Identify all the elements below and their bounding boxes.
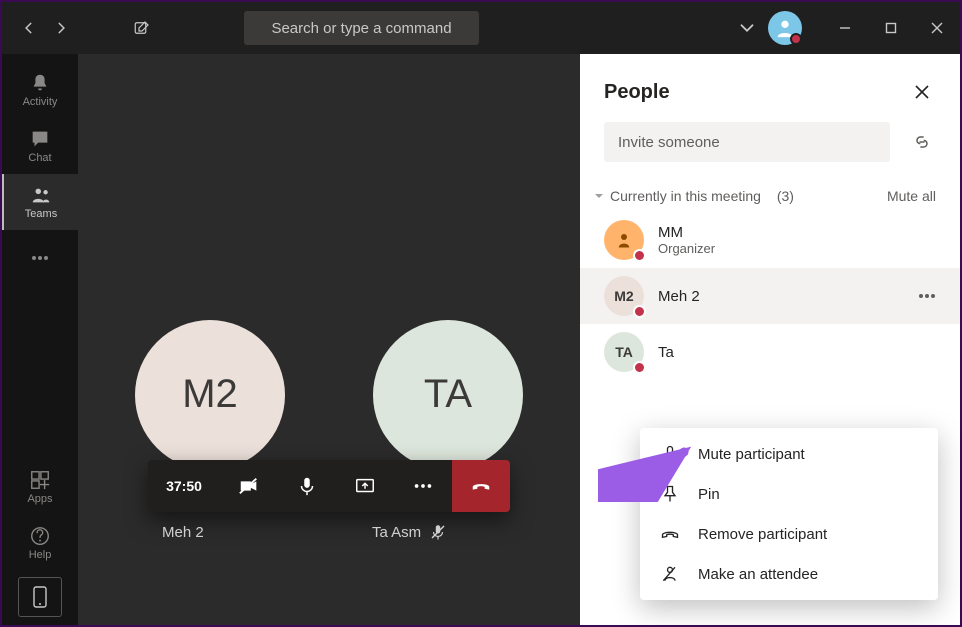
close-button[interactable] [914, 5, 960, 51]
people-panel: People Invite someone Currently in this … [580, 54, 960, 625]
maximize-button[interactable] [868, 5, 914, 51]
rail-help[interactable]: Help [2, 515, 78, 571]
rail-chat-label: Chat [28, 152, 51, 164]
participant-more-button[interactable] [918, 293, 936, 299]
avatar: M2 [604, 276, 644, 316]
rail-apps-label: Apps [27, 493, 52, 505]
section-count: (3) [777, 188, 794, 204]
participant-row[interactable]: TA Ta [580, 324, 960, 380]
mute-all-button[interactable]: Mute all [887, 188, 936, 204]
person-icon [615, 230, 633, 250]
rail-teams[interactable]: Teams [2, 174, 78, 230]
avatar: TA [604, 332, 644, 372]
presence-dot-icon [790, 33, 802, 45]
compose-icon[interactable] [128, 14, 156, 42]
share-screen-button[interactable] [336, 460, 394, 512]
main-area: Activity Chat Teams Apps [2, 54, 960, 625]
participant-name: Ta [658, 344, 674, 361]
participant-avatar-m2: M2 [135, 320, 285, 470]
search-input[interactable]: Search or type a command [244, 11, 479, 45]
forward-button[interactable] [48, 15, 74, 41]
menu-mute-participant[interactable]: Mute participant [640, 434, 938, 474]
participant-name: Meh 2 [658, 288, 700, 305]
copy-link-button[interactable] [908, 128, 936, 156]
app-window: Search or type a command Activity Chat [2, 2, 960, 625]
participant-name-left: Meh 2 [162, 524, 204, 541]
menu-remove-participant[interactable]: Remove participant [640, 514, 938, 554]
rail-teams-label: Teams [25, 208, 57, 220]
rail-phone-button[interactable] [18, 577, 62, 617]
presence-chevron-icon[interactable] [736, 17, 758, 39]
panel-close-button[interactable] [908, 78, 936, 106]
microphone-toggle-button[interactable] [278, 460, 336, 512]
rail-help-label: Help [29, 549, 52, 561]
participant-context-menu: Mute participant Pin Remove participant … [640, 428, 938, 600]
back-button[interactable] [16, 15, 42, 41]
menu-pin[interactable]: Pin [640, 474, 938, 514]
participant-avatar-ta: TA [373, 320, 523, 470]
muted-icon [429, 523, 447, 541]
section-label: Currently in this meeting [610, 188, 761, 204]
rail-activity-label: Activity [23, 96, 58, 108]
minimize-button[interactable] [822, 5, 868, 51]
user-avatar-button[interactable] [768, 11, 802, 45]
rail-activity[interactable]: Activity [2, 62, 78, 118]
participant-name-right: Ta Asm [372, 523, 447, 541]
call-control-bar: 37:50 [148, 460, 510, 512]
avatar [604, 220, 644, 260]
left-rail: Activity Chat Teams Apps [2, 54, 78, 625]
meeting-stage: M2 TA 37:50 [78, 54, 580, 625]
participant-role: Organizer [658, 241, 715, 256]
menu-make-attendee[interactable]: Make an attendee [640, 554, 938, 594]
invite-placeholder-text: Invite someone [618, 134, 720, 151]
invite-input[interactable]: Invite someone [604, 122, 890, 162]
participant-row[interactable]: M2 Meh 2 [580, 268, 960, 324]
titlebar: Search or type a command [2, 2, 960, 54]
call-timer: 37:50 [148, 460, 220, 512]
more-actions-button[interactable] [394, 460, 452, 512]
participant-row[interactable]: MM Organizer [580, 212, 960, 268]
panel-title: People [604, 81, 670, 104]
hangup-button[interactable] [452, 460, 510, 512]
participant-name: MM [658, 224, 715, 241]
rail-chat[interactable]: Chat [2, 118, 78, 174]
camera-toggle-button[interactable] [220, 460, 278, 512]
rail-apps[interactable]: Apps [2, 459, 78, 515]
rail-more[interactable] [2, 230, 78, 286]
search-placeholder-text: Search or type a command [271, 20, 451, 37]
chevron-down-icon [594, 191, 604, 201]
section-toggle[interactable]: Currently in this meeting (3) [594, 188, 794, 204]
